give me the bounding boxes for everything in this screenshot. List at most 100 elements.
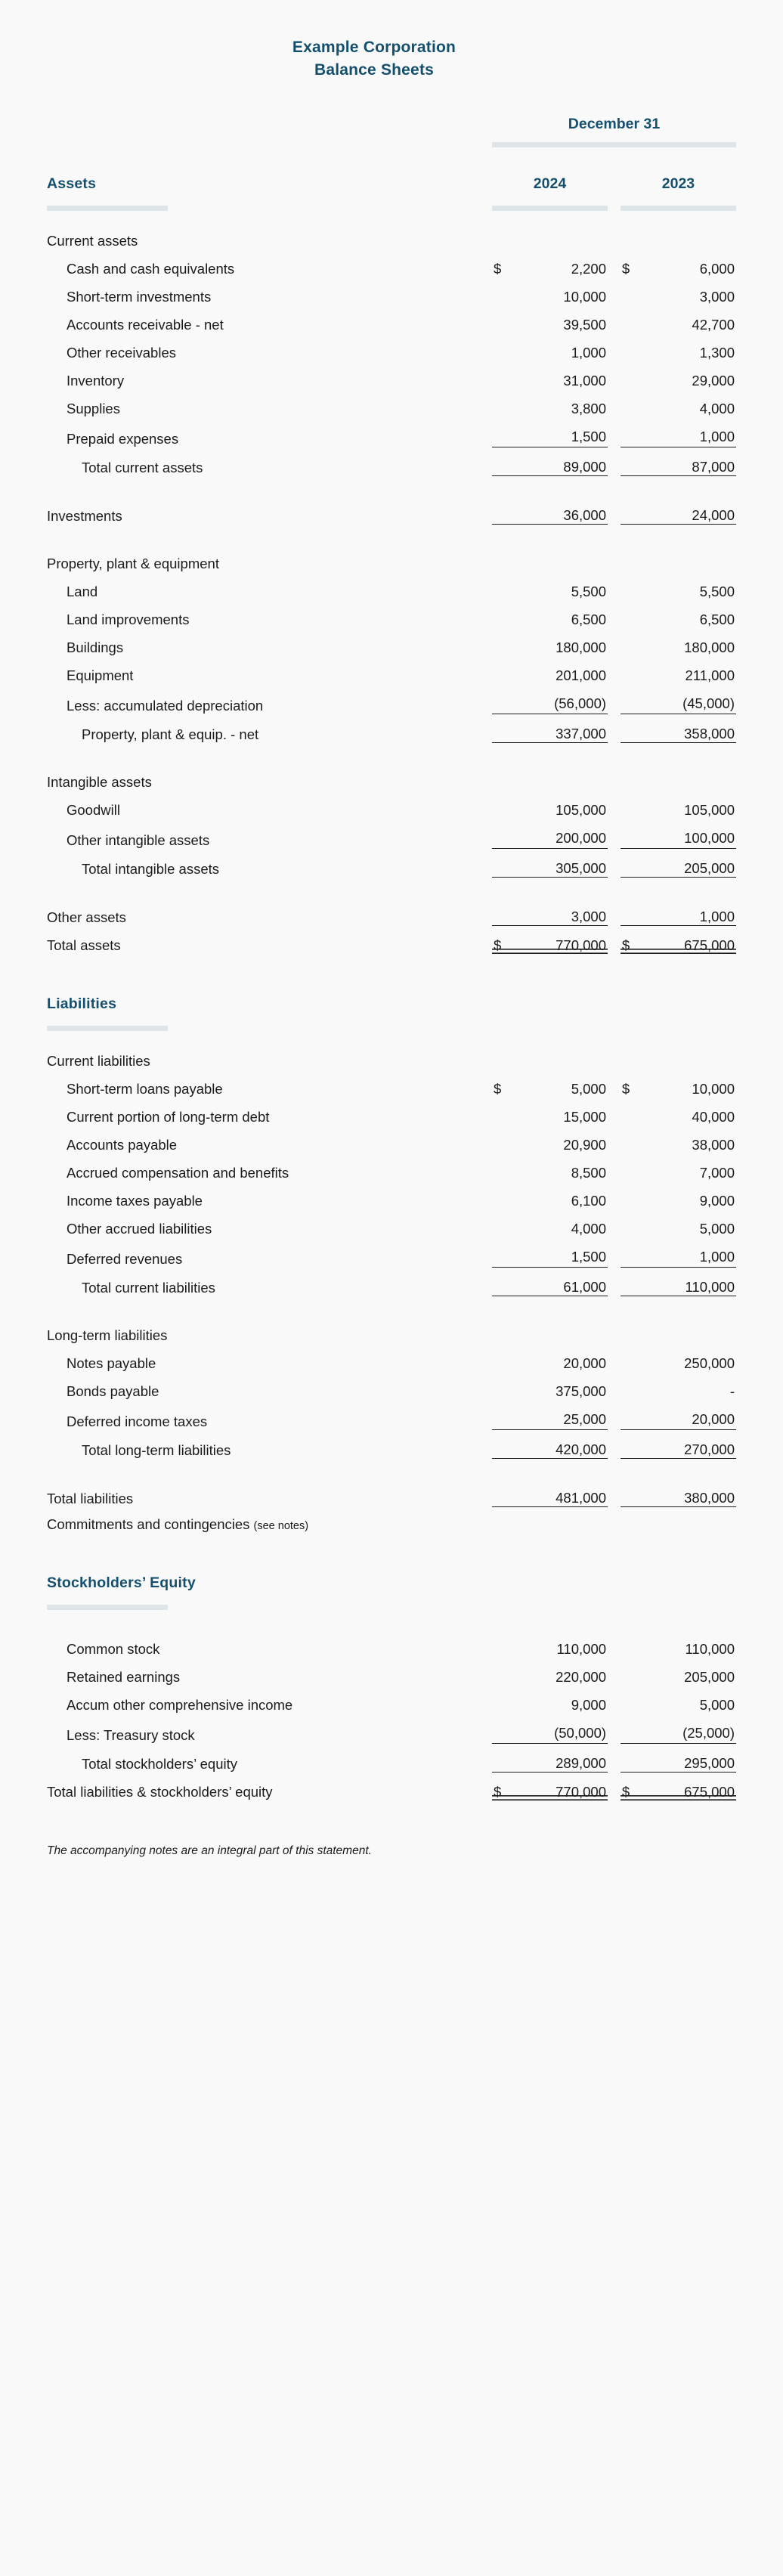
value-2024: 20,000 xyxy=(563,1355,607,1371)
table-row: Buildings 180,000 180,000 xyxy=(47,628,736,656)
table-row: Less: accumulated depreciation (56,000) … xyxy=(47,684,736,714)
equity-rule-row xyxy=(47,1592,736,1610)
row-label: Bonds payable xyxy=(67,1383,159,1399)
subtotal-row: Total current liabilities 61,000 110,000 xyxy=(47,1267,736,1296)
value-2023: 42,700 xyxy=(692,317,735,333)
row-label: Total current assets xyxy=(82,459,203,475)
section-heading-row: Property, plant & equipment xyxy=(47,544,736,572)
row-label: Property, plant & equip. - net xyxy=(82,726,259,742)
row-label: Deferred income taxes xyxy=(67,1413,208,1429)
section-heading-row: Current assets xyxy=(47,221,736,249)
assets-heading-row: Assets 2024 2023 xyxy=(47,147,736,193)
commitments-row: Commitments and contingencies (see notes… xyxy=(47,1507,736,1534)
ppe-heading: Property, plant & equipment xyxy=(47,556,219,571)
value-2024: 1,500 xyxy=(571,1249,607,1265)
table-row: Other intangible assets 200,000 100,000 xyxy=(47,819,736,849)
row-label: Cash and cash equivalents xyxy=(67,261,235,277)
value-2023: 100,000 xyxy=(684,830,735,846)
value-2023: 211,000 xyxy=(685,667,735,683)
balance-sheet-document: Example Corporation Balance Sheets Decem… xyxy=(0,0,783,2576)
period-rule-row xyxy=(47,133,736,147)
spacer xyxy=(47,1610,736,1630)
currency-symbol-2024: $ xyxy=(493,1081,502,1097)
row-label: Supplies xyxy=(67,401,120,416)
liabilities-rule-row xyxy=(47,1013,736,1031)
current-liabilities-heading: Current liabilities xyxy=(47,1053,150,1069)
table-row: Income taxes payable 6,100 9,000 xyxy=(47,1181,736,1209)
row-label: Land improvements xyxy=(67,611,190,627)
row-label: Total long-term liabilities xyxy=(82,1441,231,1458)
table-row: Short-term loans payable $ 5,000 $ 10,00… xyxy=(47,1070,736,1098)
value-2024: 89,000 xyxy=(515,447,608,476)
value-2024: 39,500 xyxy=(563,317,607,333)
currency-symbol-2023: $ xyxy=(621,261,630,277)
table-row: Common stock 110,000 110,000 xyxy=(47,1630,736,1658)
equity-heading: Stockholders’ Equity xyxy=(47,1574,196,1591)
assets-heading: Assets xyxy=(47,175,97,192)
year-rule-row xyxy=(47,193,736,211)
value-2023: 270,000 xyxy=(644,1429,736,1459)
value-2023: 40,000 xyxy=(692,1109,735,1125)
value-2024: (50,000) xyxy=(554,1725,607,1741)
table-row: Less: Treasury stock (50,000) (25,000) xyxy=(47,1714,736,1744)
row-label: Total liabilities & stockholders’ equity xyxy=(47,1784,273,1800)
value-2023: 5,000 xyxy=(699,1221,735,1237)
table-row: Bonds payable 375,000 - xyxy=(47,1372,736,1400)
commitments-note: (see notes) xyxy=(253,1520,309,1532)
currency-symbol-2023: $ xyxy=(621,1081,630,1097)
row-label: Other assets xyxy=(47,909,126,925)
value-2024: 15,000 xyxy=(563,1109,607,1125)
value-2023: 4,000 xyxy=(699,401,735,416)
row-label: Accounts receivable - net xyxy=(67,317,224,333)
table-row: Land 5,500 5,500 xyxy=(47,572,736,600)
row-label: Short-term loans payable xyxy=(67,1081,223,1097)
total-liabilities-row: Total liabilities 481,000 380,000 xyxy=(47,1478,736,1507)
spacer xyxy=(47,1459,736,1479)
value-2023: 295,000 xyxy=(644,1743,736,1773)
section-heading-row: Long-term liabilities xyxy=(47,1316,736,1344)
value-2024: 8,500 xyxy=(571,1165,607,1181)
value-2023: 38,000 xyxy=(692,1137,735,1153)
liabilities-heading-underline xyxy=(47,1026,168,1031)
row-label: Total current liabilities xyxy=(82,1279,215,1296)
row-label: Total assets xyxy=(47,937,121,953)
value-2023: 205,000 xyxy=(684,1669,735,1685)
spacer xyxy=(47,743,736,763)
grand-total-row: Total assets $ 770,000 $ 675,000 xyxy=(47,926,736,955)
value-2023: 6,500 xyxy=(699,611,735,627)
value-2024: 6,500 xyxy=(571,611,607,627)
value-2023: 250,000 xyxy=(684,1355,735,1371)
value-2024: 61,000 xyxy=(515,1267,608,1296)
value-2023: 87,000 xyxy=(644,447,736,476)
value-2023: 3,000 xyxy=(699,289,735,305)
value-2023: 105,000 xyxy=(684,802,735,818)
table-row: Prepaid expenses 1,500 1,000 xyxy=(47,417,736,447)
grand-total-row: Total liabilities & stockholders’ equity… xyxy=(47,1773,736,1801)
value-2023: 675,000 xyxy=(645,1773,736,1801)
row-label: Other accrued liabilities xyxy=(67,1221,212,1237)
value-2024: 4,000 xyxy=(571,1221,607,1237)
spacer xyxy=(47,525,736,545)
row-label: Other receivables xyxy=(67,345,176,361)
table-row: Equipment 201,000 211,000 xyxy=(47,656,736,684)
table-row: Other accrued liabilities 4,000 5,000 xyxy=(47,1209,736,1237)
spacer xyxy=(47,211,736,221)
row-label: Inventory xyxy=(67,373,125,389)
value-2024: 31,000 xyxy=(563,373,607,389)
row-label: Total intangible assets xyxy=(82,860,220,877)
value-2024: 1,500 xyxy=(571,429,607,444)
column-2023-underline xyxy=(620,206,736,211)
currency-symbol-2024: $ xyxy=(493,261,502,277)
spacer xyxy=(47,1533,736,1566)
spacer xyxy=(47,878,736,898)
footnote: The accompanying notes are an integral p… xyxy=(47,1844,372,1857)
value-2024: 3,000 xyxy=(515,897,608,926)
row-label: Land xyxy=(67,584,98,599)
value-2024: 337,000 xyxy=(515,714,608,743)
value-2023: (45,000) xyxy=(682,695,735,711)
table-row: Investments 36,000 24,000 xyxy=(47,496,736,525)
row-label: Less: accumulated depreciation xyxy=(67,697,264,714)
row-label: Other intangible assets xyxy=(67,831,210,848)
liabilities-heading: Liabilities xyxy=(47,995,117,1012)
value-2023: 5,500 xyxy=(699,584,735,599)
